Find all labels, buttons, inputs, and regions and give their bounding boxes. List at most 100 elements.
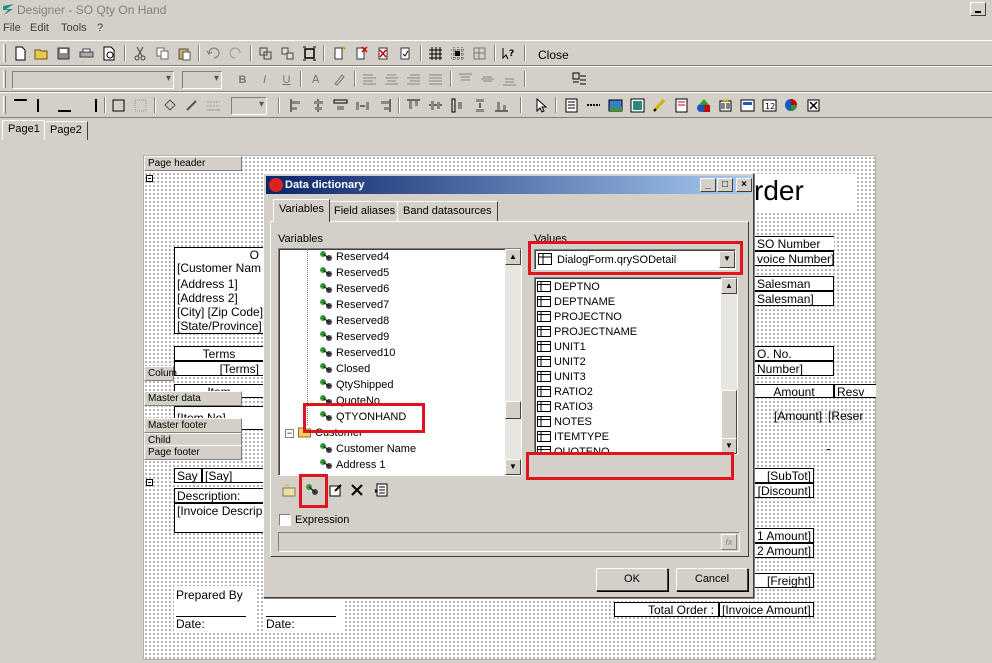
freight-field[interactable]: [Freight] [754, 573, 814, 588]
scroll-down-icon[interactable]: ▼ [505, 459, 521, 475]
subtotal-field[interactable]: [SubTot] [754, 468, 814, 483]
new-category-icon[interactable] [280, 481, 298, 499]
scroll-down-icon[interactable]: ▼ [721, 438, 737, 454]
frame-top-icon[interactable] [12, 97, 29, 114]
discount-field[interactable]: [Discount] [754, 483, 814, 498]
invoice-number-field[interactable]: voice Number] [754, 251, 834, 266]
save-icon[interactable] [55, 45, 72, 62]
say-field[interactable]: [Say] [202, 468, 264, 483]
frame-none-icon[interactable] [132, 97, 149, 114]
subreport-object-icon[interactable] [629, 97, 646, 114]
variables-scrollbar[interactable]: ▲ ▼ [505, 249, 521, 475]
tree-variable-item[interactable]: Address 1 [319, 457, 386, 473]
picture-object-icon[interactable] [607, 97, 624, 114]
total-order-label[interactable]: Total Order : [614, 602, 719, 617]
delete-icon[interactable] [348, 481, 366, 499]
toolbar-grip[interactable] [3, 44, 6, 62]
barcode-object-icon[interactable] [717, 97, 734, 114]
value-item[interactable]: PROJECTNAME [537, 325, 637, 340]
band-collapse-icon[interactable] [146, 479, 153, 486]
scroll-up-icon[interactable]: ▲ [721, 278, 737, 294]
scroll-up-icon[interactable]: ▲ [505, 249, 521, 265]
values-scrollbar[interactable]: ▲ ▼ [721, 278, 737, 454]
frame-properties-icon[interactable] [568, 71, 590, 88]
center-horizontally-icon[interactable] [332, 97, 349, 114]
tree-variable-item[interactable]: Closed [319, 361, 370, 377]
align-tops-icon[interactable] [405, 97, 422, 114]
center-vertically-icon[interactable] [449, 97, 466, 114]
date-label-1[interactable]: Date: [176, 616, 246, 631]
menu-edit[interactable]: Edit [30, 22, 49, 34]
tree-variable-item[interactable]: Reserved7 [319, 297, 389, 313]
terms-label[interactable]: Terms [174, 346, 264, 361]
highlight-icon[interactable] [331, 71, 348, 88]
remove-page-icon[interactable] [353, 45, 370, 62]
tab-band-datasources[interactable]: Band datasources [397, 201, 498, 221]
ole-object-icon[interactable] [739, 97, 756, 114]
expression-builder-icon[interactable]: fx [721, 534, 737, 550]
cut-icon[interactable] [132, 45, 149, 62]
new-page-icon[interactable] [12, 45, 29, 62]
space-vertically-icon[interactable] [471, 97, 488, 114]
amount-field[interactable]: [Amount] [774, 409, 822, 423]
frame-left-icon[interactable] [34, 97, 51, 114]
amount-label[interactable]: Amount [754, 384, 834, 398]
city-zip-field[interactable]: [City] [Zip Code] [174, 305, 264, 319]
copy-icon[interactable] [154, 45, 171, 62]
align-center-icon[interactable] [383, 71, 400, 88]
page-properties-icon[interactable] [397, 45, 414, 62]
align-h-centers-icon[interactable] [310, 97, 327, 114]
expression-checkbox[interactable] [279, 514, 291, 526]
chevron-down-icon[interactable]: ▼ [719, 251, 735, 268]
dialog-minimize-button[interactable]: _ [700, 178, 716, 192]
open-folder-icon[interactable] [33, 45, 50, 62]
line-width-combo[interactable] [231, 97, 267, 115]
customer-name-field[interactable]: [Customer Nam [174, 261, 264, 277]
paste-icon[interactable] [176, 45, 193, 62]
description-label[interactable]: Description: [174, 488, 264, 503]
frame-all-icon[interactable] [110, 97, 127, 114]
tree-variable-item[interactable]: QtyShipped [319, 377, 393, 393]
align-v-centers-icon[interactable] [427, 97, 444, 114]
select-tool-icon[interactable] [533, 97, 550, 114]
reserve-field[interactable]: [Reser [828, 409, 863, 423]
font-name-combo[interactable] [12, 71, 174, 89]
band-page-header[interactable]: Page header [144, 156, 242, 171]
bold-button[interactable]: B [234, 71, 251, 88]
calc-object-icon[interactable]: 12 [761, 97, 778, 114]
invoice-description-field[interactable]: [Invoice Descrip [174, 503, 264, 533]
align-justify-icon[interactable] [427, 71, 444, 88]
tree-variable-item[interactable]: QTYONHAND [319, 409, 406, 425]
text-object-icon[interactable] [563, 97, 580, 114]
tab-page1[interactable]: Page1 [2, 120, 46, 140]
band-collapse-icon[interactable] [826, 447, 833, 454]
print-icon[interactable] [78, 45, 95, 62]
scrollbar-thumb[interactable] [505, 401, 521, 419]
arrange-icon[interactable] [301, 45, 318, 62]
fit-to-grid-icon[interactable] [471, 45, 488, 62]
tree-variable-item[interactable]: Reserved4 [319, 249, 389, 265]
minimize-button[interactable] [970, 2, 986, 16]
band-collapse-icon[interactable] [146, 175, 153, 182]
menu-tools[interactable]: Tools [61, 22, 87, 34]
new-variable-icon[interactable] [303, 481, 321, 499]
date-label-2[interactable]: Date: [266, 616, 336, 631]
tree-variable-item[interactable]: Reserved9 [319, 329, 389, 345]
valign-bottom-icon[interactable] [501, 71, 518, 88]
line-color-icon[interactable] [183, 97, 200, 114]
dialog-maximize-button[interactable]: □ [717, 178, 733, 192]
value-item[interactable]: RATIO2 [537, 385, 593, 400]
shape-object-icon[interactable] [695, 97, 712, 114]
rich-text-object-icon[interactable] [673, 97, 690, 114]
align-left-icon[interactable] [361, 71, 378, 88]
italic-button[interactable]: I [256, 71, 273, 88]
expression-label[interactable]: Expression [295, 514, 349, 526]
valign-top-icon[interactable] [457, 71, 474, 88]
tree-collapse-icon[interactable]: − [285, 429, 294, 438]
report-title[interactable]: rder [752, 174, 856, 212]
ok-button[interactable]: OK [596, 568, 668, 591]
customer-header[interactable]: O [174, 247, 264, 261]
terms-field[interactable]: [Terms] [174, 361, 264, 376]
dialog-title-bar[interactable]: Data dictionary _ □ × [266, 176, 752, 194]
group-icon[interactable] [257, 45, 274, 62]
